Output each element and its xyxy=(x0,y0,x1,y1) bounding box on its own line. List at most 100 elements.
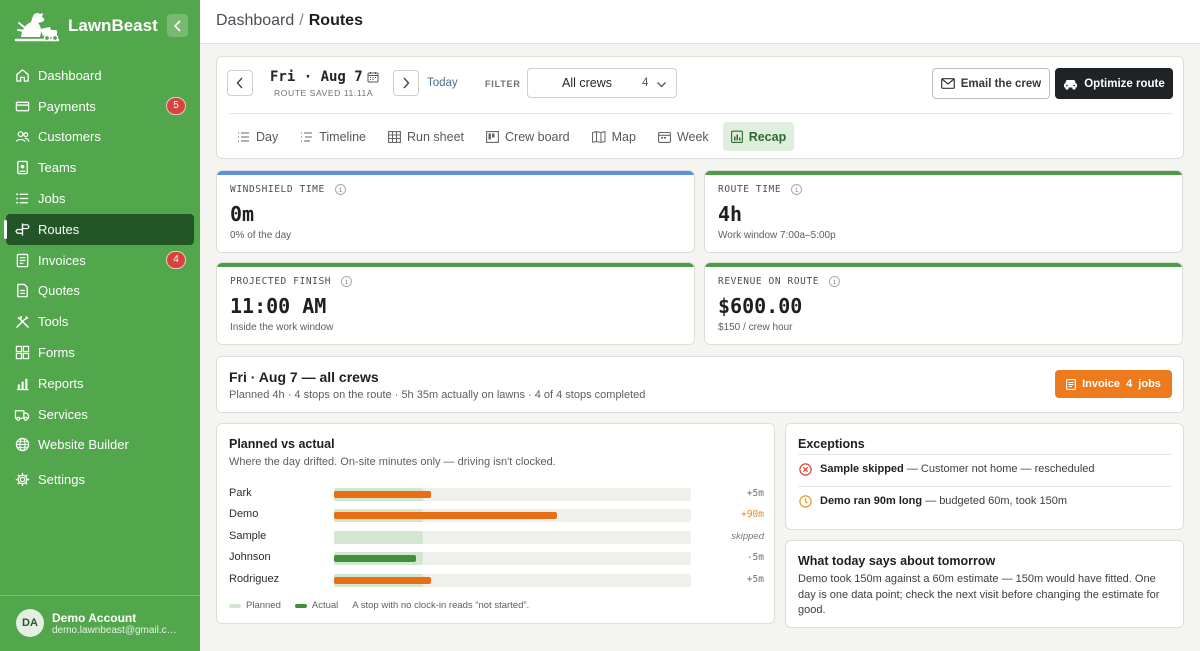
optimize-route-button[interactable]: Optimize route xyxy=(1055,68,1173,99)
tab-map[interactable]: Map xyxy=(584,122,644,151)
sidebar-item-label: Forms xyxy=(38,345,75,361)
list-icon xyxy=(14,191,30,207)
info-icon[interactable]: i xyxy=(341,276,353,287)
delta-label: +5m xyxy=(746,574,764,585)
exceptions-divider xyxy=(798,486,1172,487)
stop-name: Rodriguez xyxy=(229,573,280,585)
sidebar-item-jobs[interactable]: Jobs xyxy=(6,183,194,214)
crew-filter-select[interactable]: All crews 4 xyxy=(527,68,677,98)
sidebar-item-forms[interactable]: Forms xyxy=(6,337,194,368)
tab-label: Day xyxy=(256,129,279,144)
info-icon[interactable]: i xyxy=(791,184,803,195)
metric-accent-bar xyxy=(217,171,694,175)
bar-track xyxy=(334,574,691,587)
previous-day-button[interactable] xyxy=(227,70,253,96)
metric-value: 11:00 AM xyxy=(230,294,327,318)
bar-track xyxy=(334,509,691,522)
sidebar-item-label: Routes xyxy=(38,221,80,237)
summary-title: Fri · Aug 7 — all crews xyxy=(229,369,379,385)
info-icon[interactable]: i xyxy=(829,276,841,287)
tab-label: Week xyxy=(676,129,709,144)
sidebar-item-reports[interactable]: Reports xyxy=(6,368,194,399)
id-badge-icon xyxy=(14,160,30,176)
breadcrumb-dashboard[interactable]: Dashboard xyxy=(216,12,294,29)
tab-run-sheet[interactable]: Run sheet xyxy=(380,122,472,151)
grid-icon xyxy=(14,345,30,361)
map-icon xyxy=(591,130,606,143)
x-circle-icon xyxy=(798,462,812,476)
invoice-jobs-button[interactable]: Invoice 4 jobs xyxy=(1055,370,1172,398)
sidebar-item-teams[interactable]: Teams xyxy=(6,152,194,183)
route-date[interactable]: Fri · Aug 7 xyxy=(270,69,379,85)
chevron-left-icon xyxy=(173,19,181,32)
users-icon xyxy=(14,129,30,145)
metric-label: PROJECTED FINISH xyxy=(230,276,332,287)
next-day-button[interactable] xyxy=(393,70,419,96)
delta-label: -5m xyxy=(746,552,764,563)
sidebar-item-settings[interactable]: Settings xyxy=(6,464,194,495)
sidebar-item-services[interactable]: Services xyxy=(6,399,194,430)
receipt-icon xyxy=(1066,378,1077,390)
breadcrumb-current: Routes xyxy=(308,12,363,29)
planned-vs-actual-row: Sample skipped xyxy=(229,528,764,546)
today-link[interactable]: Today xyxy=(427,77,458,89)
section-title: What today says about tomorrow xyxy=(798,554,996,568)
planned-bar xyxy=(334,531,424,544)
delta-label: skipped xyxy=(731,531,764,542)
summary-subtitle: Planned 4h · 4 stops on the route · 5h 3… xyxy=(229,389,646,401)
bar-track xyxy=(334,531,691,544)
sidebar-item-payments[interactable]: Payments 5 xyxy=(6,91,194,122)
planned-vs-actual-row: Johnson -5m xyxy=(229,549,764,567)
sidebar-item-quotes[interactable]: Quotes xyxy=(6,276,194,307)
delta-label: +5m xyxy=(746,488,764,499)
email-crew-button[interactable]: Email the crew xyxy=(932,68,1050,99)
exception-detail: — Customer not home — rescheduled xyxy=(903,463,1095,475)
planned-vs-actual-row: Demo +90m xyxy=(229,506,764,524)
metric-route-time: ROUTE TIME i 4h Work window 7:00a–5:00p xyxy=(704,170,1183,253)
sidebar-item-label: Services xyxy=(38,406,88,422)
tab-day[interactable]: Day xyxy=(229,122,286,151)
controls-divider xyxy=(229,113,1173,114)
tab-week[interactable]: Week xyxy=(650,122,717,151)
stop-name: Sample xyxy=(229,530,267,542)
tab-crew-board[interactable]: Crew board xyxy=(478,122,578,151)
calendar-icon[interactable] xyxy=(367,71,379,83)
account-name: Demo Account xyxy=(52,610,137,625)
list-icon xyxy=(237,131,250,143)
legend-swatch-actual xyxy=(294,603,307,608)
legend-planned: Planned xyxy=(246,600,281,611)
tab-recap[interactable]: Recap xyxy=(722,122,795,151)
payments-count-badge: 5 xyxy=(166,96,186,115)
tab-label: Recap xyxy=(748,129,787,144)
sidebar-item-customers[interactable]: Customers xyxy=(6,122,194,153)
info-icon[interactable]: i xyxy=(334,184,346,195)
sidebar-item-tools[interactable]: Tools xyxy=(6,306,194,337)
credit-card-icon xyxy=(14,98,30,114)
brand[interactable]: LawnBeast xyxy=(12,8,158,44)
car-icon xyxy=(1063,78,1078,90)
actual-bar xyxy=(334,491,431,498)
actual-bar xyxy=(334,512,558,519)
sidebar-item-invoices[interactable]: Invoices 4 xyxy=(6,245,194,276)
metric-label: REVENUE ON ROUTE xyxy=(718,276,820,287)
metric-label: ROUTE TIME xyxy=(718,184,782,195)
route-date-text: Fri · Aug 7 xyxy=(270,69,363,85)
sidebar-item-website-builder[interactable]: Website Builder xyxy=(6,430,194,461)
account-menu[interactable]: DA Demo Account demo.lawnbeast@gmail.com xyxy=(16,609,180,637)
stop-name: Park xyxy=(229,487,252,499)
metric-accent-bar xyxy=(705,263,1182,267)
bar-chart-icon xyxy=(14,375,30,391)
route-saved-status: ROUTE SAVED 11:11A xyxy=(274,88,374,98)
gear-icon xyxy=(14,472,30,488)
tab-timeline[interactable]: Timeline xyxy=(292,122,374,151)
email-crew-label: Email the crew xyxy=(960,77,1042,90)
sidebar-item-routes[interactable]: Routes xyxy=(4,213,194,245)
actual-bar xyxy=(334,555,416,562)
tab-label: Timeline xyxy=(319,129,367,144)
metric-accent-bar xyxy=(705,171,1182,175)
collapse-sidebar-button[interactable] xyxy=(167,14,188,37)
metric-sub: $150 / crew hour xyxy=(718,322,793,333)
truck-icon xyxy=(14,406,30,422)
breadcrumb-separator: / xyxy=(299,12,304,29)
sidebar-item-dashboard[interactable]: Dashboard xyxy=(6,60,194,91)
